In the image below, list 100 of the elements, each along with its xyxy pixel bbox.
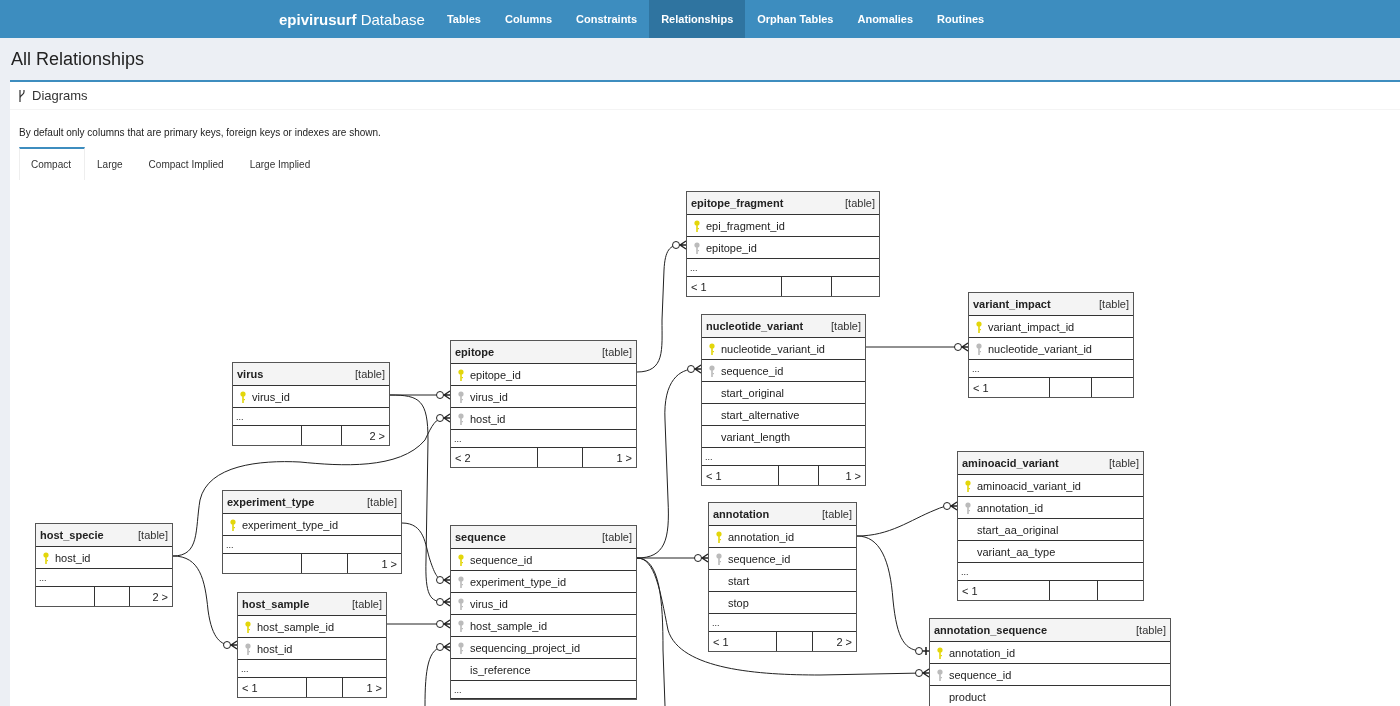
diagram-tab[interactable]: Large Implied <box>237 147 325 180</box>
more-columns-indicator: ... <box>236 411 244 422</box>
column-name: stop <box>728 596 749 609</box>
column-name: annotation_id <box>728 530 795 543</box>
column-name: host_sample_id <box>257 620 335 633</box>
more-columns-indicator: ... <box>961 566 969 577</box>
column-name: virus_id <box>470 597 508 610</box>
column-name: start_alternative <box>721 408 800 421</box>
table-name: sequence <box>455 531 506 543</box>
column-name: sequence_id <box>721 364 784 377</box>
foreign-key-icon <box>245 642 251 655</box>
nav-link[interactable]: Tables <box>434 0 493 38</box>
parent-count[interactable]: < 1 <box>973 381 989 394</box>
primary-key-icon <box>245 620 251 633</box>
table-name: host_sample <box>242 598 310 610</box>
column-name: epitope_id <box>706 241 757 254</box>
foreign-key-icon <box>458 597 464 610</box>
page-title: All Relationships <box>11 48 145 70</box>
parent-count[interactable]: < 1 <box>691 280 707 293</box>
child-count[interactable]: 1 > <box>845 469 861 482</box>
column-name: epi_fragment_id <box>706 219 785 232</box>
primary-key-icon <box>43 551 49 564</box>
foreign-key-icon <box>965 501 971 514</box>
column-name: virus_id <box>470 390 508 403</box>
column-name: nucleotide_variant_id <box>988 342 1092 355</box>
column-name: product <box>949 690 986 703</box>
column-name: start_aa_original <box>977 523 1059 536</box>
table-name: experiment_type <box>227 496 315 508</box>
parent-count[interactable]: < 1 <box>242 681 258 694</box>
primary-key-icon <box>230 518 236 531</box>
table-type-label: [table] <box>355 368 385 380</box>
table-name: annotation <box>713 508 770 520</box>
column-name: variant_aa_type <box>977 545 1056 558</box>
column-name: experiment_type_id <box>470 575 566 588</box>
brand-title[interactable]: epivirusurf Database <box>279 0 425 38</box>
nav-link[interactable]: Relationships <box>649 0 746 38</box>
column-name: variant_length <box>721 430 791 443</box>
child-count[interactable]: 2 > <box>369 429 385 442</box>
nav-link[interactable]: Anomalies <box>845 0 926 38</box>
table-name: epitope <box>455 346 495 358</box>
diagram-tab[interactable]: Compact <box>19 147 85 180</box>
column-name: annotation_id <box>949 646 1016 659</box>
table-type-label: [table] <box>822 508 852 520</box>
foreign-key-icon <box>976 342 982 355</box>
column-name: experiment_type_id <box>242 518 338 531</box>
column-name: sequence_id <box>728 552 791 565</box>
table-type-label: [table] <box>831 320 861 332</box>
child-count[interactable]: 1 > <box>366 681 382 694</box>
table-type-label: [table] <box>1109 457 1139 469</box>
description-text: By default only columns that are primary keys, foreign keys or indexes are shown. <box>19 126 382 140</box>
table-type-label: [table] <box>602 346 632 358</box>
table-name: virus <box>237 368 264 380</box>
table-type-label: [table] <box>367 496 397 508</box>
table-name: variant_impact <box>973 298 1051 310</box>
nav-link[interactable]: Columns <box>492 0 564 38</box>
nav-link[interactable]: Routines <box>925 0 997 38</box>
more-columns-indicator: ... <box>690 262 698 273</box>
primary-key-icon <box>937 646 943 659</box>
column-name: epitope_id <box>470 368 521 381</box>
panel-title: Diagrams <box>32 88 88 103</box>
column-name: is_reference <box>470 663 531 676</box>
parent-count[interactable]: < 1 <box>962 584 978 597</box>
primary-key-icon <box>709 342 715 355</box>
table-type-label: [table] <box>1136 624 1166 636</box>
nav-link[interactable]: Constraints <box>564 0 650 38</box>
primary-key-icon <box>716 530 722 543</box>
child-count[interactable]: 1 > <box>381 557 397 570</box>
column-name: nucleotide_variant_id <box>721 342 825 355</box>
table-type-label: [table] <box>138 529 168 541</box>
child-count[interactable]: 2 > <box>152 590 168 603</box>
diagram-tab[interactable]: Compact Implied <box>136 147 238 180</box>
more-columns-indicator: ... <box>712 617 720 628</box>
table-name: aminoacid_variant <box>962 457 1059 469</box>
table-type-label: [table] <box>1099 298 1129 310</box>
fork-icon <box>18 89 26 102</box>
child-count[interactable]: 1 > <box>616 451 632 464</box>
table-name: annotation_sequence <box>934 624 1048 636</box>
column-name: start <box>728 574 750 587</box>
table-type-label: [table] <box>352 598 382 610</box>
more-columns-indicator: ... <box>39 572 47 583</box>
more-columns-indicator: ... <box>226 539 234 550</box>
column-name: virus_id <box>252 390 290 403</box>
child-count[interactable]: 2 > <box>836 635 852 648</box>
foreign-key-icon <box>458 619 464 632</box>
more-columns-indicator: ... <box>972 363 980 374</box>
more-columns-indicator: ... <box>454 433 462 444</box>
foreign-key-icon <box>458 390 464 403</box>
nav-link[interactable]: Orphan Tables <box>745 0 846 38</box>
parent-count[interactable]: < 1 <box>713 635 729 648</box>
primary-key-icon <box>976 320 982 333</box>
parent-count[interactable]: < 2 <box>455 451 471 464</box>
parent-count[interactable]: < 1 <box>706 469 722 482</box>
column-name: host_id <box>55 551 91 564</box>
diagram-tab[interactable]: Large <box>85 147 137 180</box>
table-name: nucleotide_variant <box>706 320 804 332</box>
table-type-label: [table] <box>845 197 875 209</box>
table-type-label: [table] <box>602 531 632 543</box>
table-name: host_specie <box>40 529 104 541</box>
foreign-key-icon <box>458 412 464 425</box>
more-columns-indicator: ... <box>241 663 249 674</box>
